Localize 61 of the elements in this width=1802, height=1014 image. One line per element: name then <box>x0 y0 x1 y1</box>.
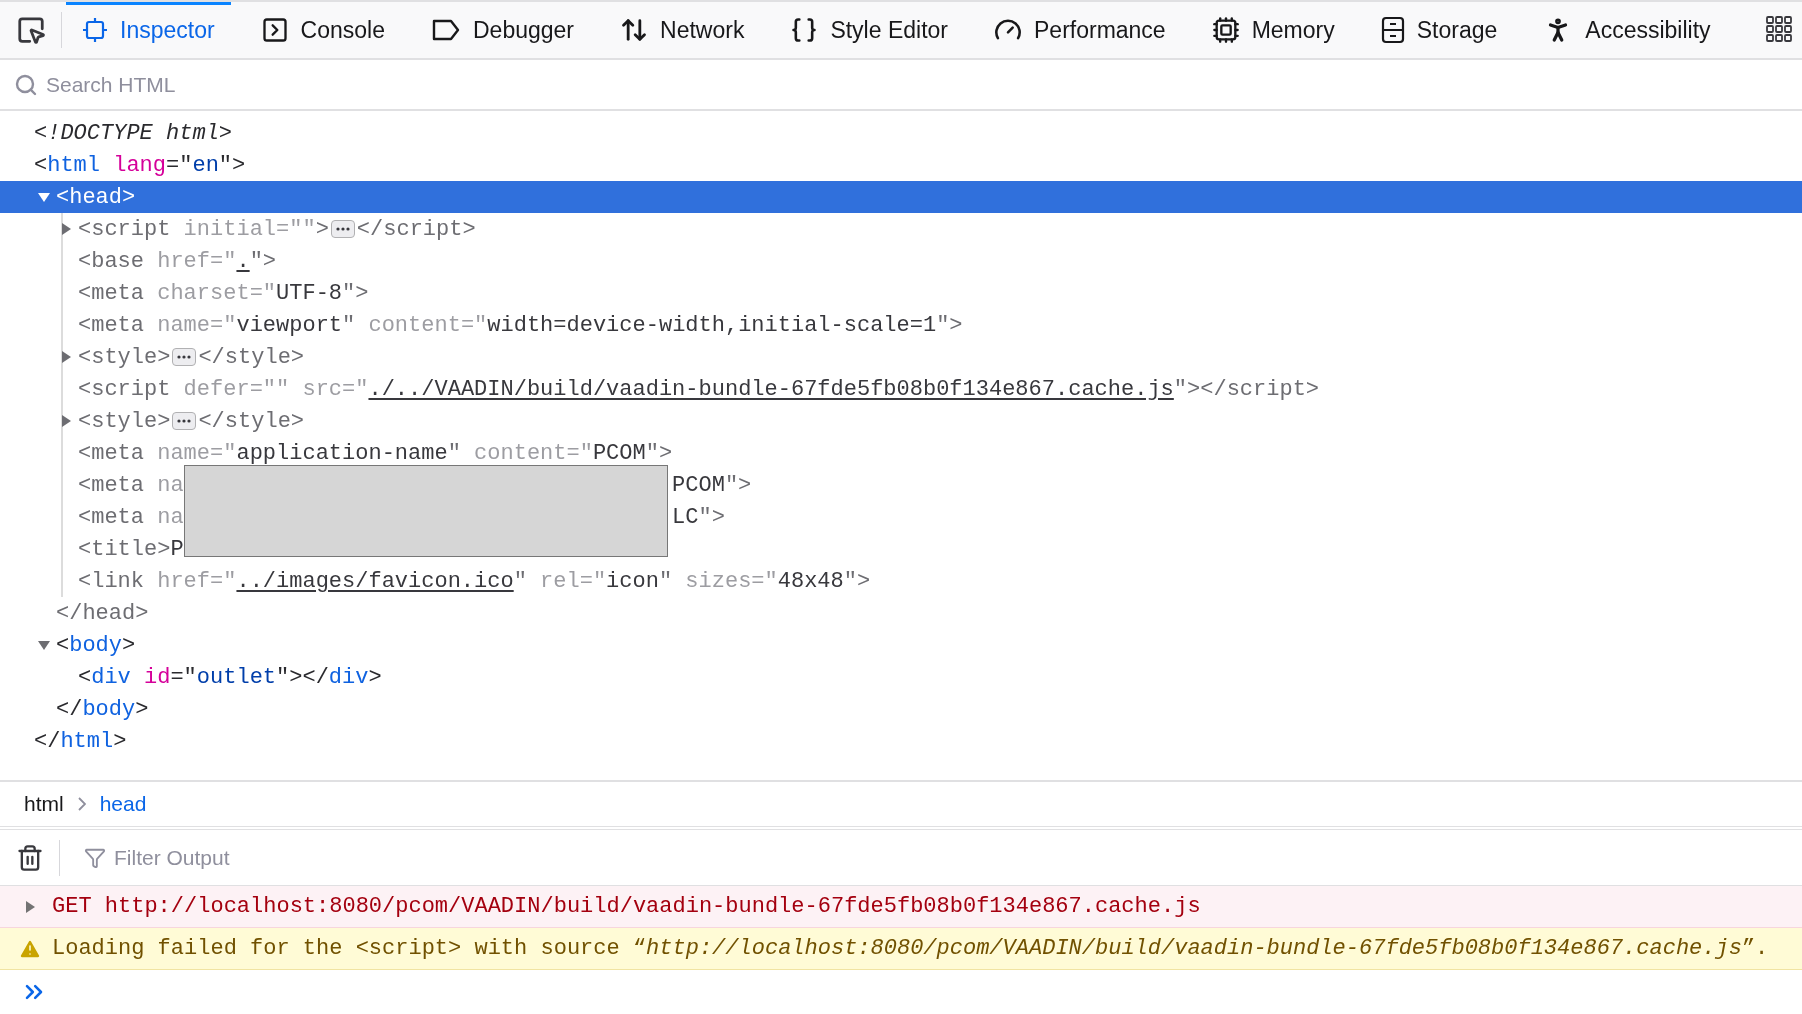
markup-line[interactable]: <html lang="en"> <box>0 149 1802 181</box>
devtools-tab[interactable]: Console <box>244 2 401 58</box>
braces-icon <box>790 16 819 44</box>
markup-line[interactable]: <style> </style> <box>0 405 1802 437</box>
markup-line[interactable]: <div id="outlet"></div> <box>0 661 1802 693</box>
devtools-tab[interactable]: Style Editor <box>774 2 964 58</box>
markup-line[interactable]: <!DOCTYPE html> <box>0 117 1802 149</box>
breadcrumb[interactable]: head <box>95 792 151 816</box>
search-field[interactable]: Search HTML <box>44 71 1802 98</box>
devtools-tab[interactable]: Inspector <box>66 2 231 58</box>
expand-toggle[interactable] <box>36 190 52 204</box>
markup-line[interactable]: <meta name="viewport" content="width=device-width,initial-scale=1"> <box>0 309 1802 341</box>
devtools-tab[interactable]: Network <box>604 2 761 58</box>
markup-line[interactable]: <style> </style> <box>0 341 1802 373</box>
markup-line[interactable]: <meta na PCOM"> <box>0 469 1802 501</box>
markup-line[interactable]: <meta charset="UTF-8"> <box>0 277 1802 309</box>
storage-icon <box>1380 16 1405 44</box>
inspector-icon <box>82 17 108 43</box>
markup-line[interactable]: </html> <box>0 725 1802 757</box>
triangle-icon <box>38 193 50 202</box>
grid-icon <box>1766 16 1794 44</box>
markup-line[interactable]: <base href="."> <box>0 245 1802 277</box>
dots-icon <box>335 227 350 231</box>
markup-line[interactable]: <meta na LC"> <box>0 501 1802 533</box>
markup-line[interactable]: <title>P <box>0 533 1802 565</box>
markup-line[interactable]: <script initial=""> </script> <box>0 213 1802 245</box>
arrows-icon <box>620 16 649 44</box>
triangle-icon <box>26 900 35 913</box>
chip-icon <box>1211 16 1240 44</box>
triangle-icon <box>62 415 71 427</box>
message-text: Loading failed for the <script> with source “http://localhost:8080/pcom/VAADIN/build/vaadin-bundle-67fde5fb08b0f134e867.cache.js”. <box>52 936 1769 961</box>
tag-icon <box>431 18 461 42</box>
collapsed-content-button[interactable] <box>172 412 197 430</box>
markup-line[interactable]: </body> <box>0 693 1802 725</box>
markup-line[interactable]: <meta name="application-name" content="PCOM"> <box>0 437 1802 469</box>
dots-icon <box>177 355 192 359</box>
trash-icon <box>15 843 44 872</box>
terminal-icon <box>260 16 289 44</box>
markup-line[interactable]: <link href="../images/favicon.ico" rel="icon" sizes="48x48"> <box>0 565 1802 597</box>
chevron-right-icon <box>77 797 86 811</box>
triangle-icon <box>38 641 50 650</box>
filter-field[interactable]: Filter Output <box>112 844 1802 871</box>
markup-line[interactable]: <script defer="" src="./../VAADIN/build/vaadin-bundle-67fde5fb08b0f134e867.cache.js"></script> <box>0 373 1802 405</box>
triangle-icon <box>62 351 71 363</box>
collapsed-content-button[interactable] <box>172 348 197 366</box>
message-text: GET http://localhost:8080/pcom/VAADIN/build/vaadin-bundle-67fde5fb08b0f134e867.cache.js <box>52 894 1201 919</box>
collapsed-content-button[interactable] <box>330 220 355 238</box>
devtools-tab[interactable]: Accessibility <box>1527 2 1727 58</box>
devtools-tab[interactable]: Debugger <box>415 2 591 58</box>
search-icon <box>14 72 38 97</box>
breadcrumb[interactable]: html <box>20 792 68 816</box>
dots-icon <box>177 419 192 423</box>
devtools-tab[interactable]: Performance <box>978 2 1182 58</box>
pointer-icon <box>15 15 46 45</box>
devtools-tab[interactable]: Storage <box>1364 2 1514 58</box>
devtools-tab[interactable]: Memory <box>1195 2 1351 58</box>
expand-toggle[interactable] <box>36 638 52 652</box>
markup-line[interactable]: <body> <box>0 629 1802 661</box>
filter-icon <box>84 846 106 869</box>
triangle-icon <box>62 223 71 235</box>
markup-line[interactable]: </head> <box>0 597 1802 629</box>
